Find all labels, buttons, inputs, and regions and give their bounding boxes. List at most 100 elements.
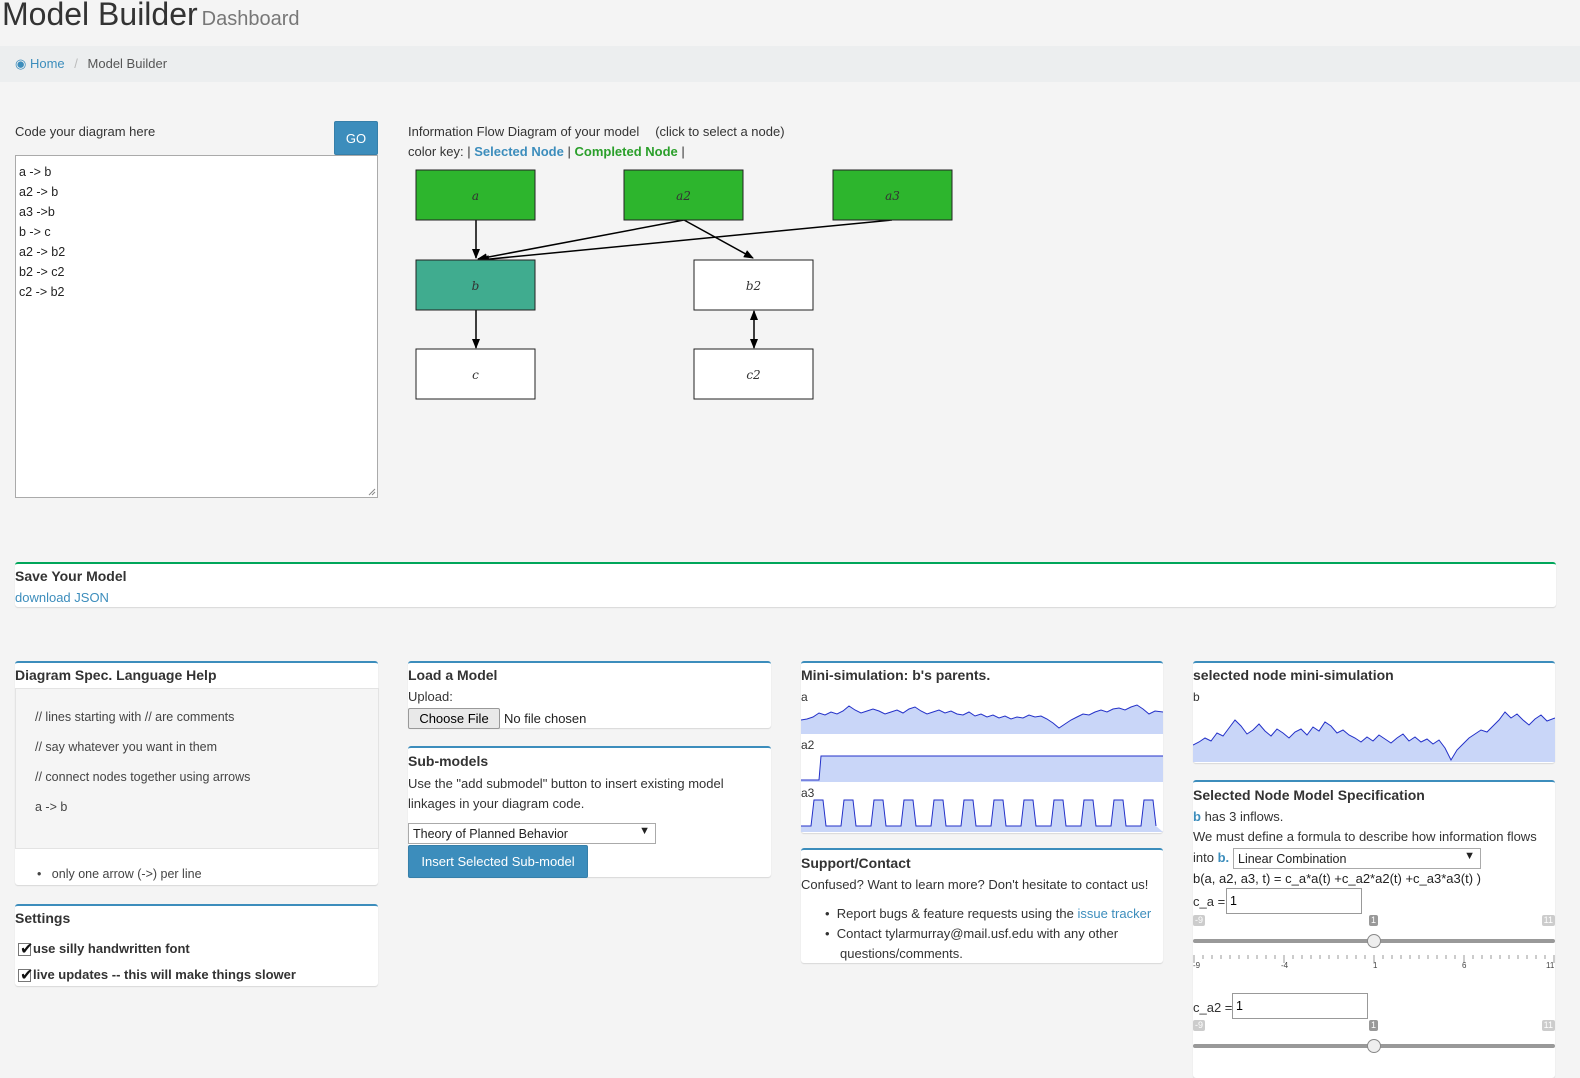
dropdown-arrow-icon: ▼ xyxy=(1464,850,1475,862)
diagram-node-label: a xyxy=(472,189,479,203)
breadcrumb-separator: / xyxy=(74,56,78,71)
help-line: // lines starting with // are comments xyxy=(35,710,235,724)
submodels-box: Sub-models Use the "add submodel" button… xyxy=(408,746,771,878)
diagram-node-label: c2 xyxy=(746,368,760,382)
edge-a3-b xyxy=(479,219,893,264)
go-button[interactable]: GO xyxy=(334,121,378,155)
submodels-title: Sub-models xyxy=(408,753,489,769)
support-intro: Confused? Want to learn more? Don't hesi… xyxy=(801,877,1149,892)
download-json-link[interactable]: download JSON xyxy=(15,590,109,605)
resize-handle-icon[interactable] xyxy=(368,488,376,496)
diagram-node-label: b2 xyxy=(746,279,761,293)
diagram-node-label: a3 xyxy=(885,189,900,203)
formula-type-select[interactable]: Linear Combination ▼ xyxy=(1233,848,1481,869)
color-key: color key: | Selected Node | Completed N… xyxy=(408,144,685,159)
handwritten-font-checkbox[interactable]: ✔ xyxy=(18,941,33,958)
diagram-node-label: c xyxy=(472,368,479,382)
diagram-edges xyxy=(472,219,893,349)
support-bullet: • Contact tylarmurray@mail.usf.edu with … xyxy=(825,926,1119,941)
param-c-a2-label: c_a2 = xyxy=(1193,1000,1233,1015)
node-spec-title: Selected Node Model Specification xyxy=(1193,787,1425,803)
inflow-node-name: b xyxy=(1193,809,1201,824)
spec-into-node: b. xyxy=(1217,850,1230,865)
param-c-a-input[interactable] xyxy=(1226,888,1362,914)
diagram-node-a2[interactable]: a2 xyxy=(623,169,744,221)
diagram-node-label: a2 xyxy=(676,189,691,203)
support-bullet: • Report bugs & feature requests using t… xyxy=(825,906,1152,921)
handwritten-font-label: use silly handwritten font xyxy=(33,941,190,956)
slider-tick-label: 6 xyxy=(1462,961,1467,970)
diagram-hint: (click to select a node) xyxy=(655,124,785,139)
help-bullet-text: only one arrow (->) per line xyxy=(51,867,202,881)
page-title: Model Builder Dashboard xyxy=(2,0,300,33)
diagram-node-c[interactable]: c xyxy=(415,348,536,400)
inflow-count-text: has 3 inflows. xyxy=(1204,809,1284,824)
code-line: a -> b xyxy=(19,165,52,179)
spec-description: We must define a formula to describe how… xyxy=(1193,829,1537,844)
breadcrumb: ◉ Home / Model Builder xyxy=(0,46,1580,82)
information-flow-diagram: a a2 a3 b b2 c c2 xyxy=(415,169,953,400)
sim-plot-a3 xyxy=(801,799,1163,832)
parents-minisim-title: Mini-simulation: b's parents. xyxy=(801,667,991,683)
slider-handle[interactable] xyxy=(1367,1039,1381,1053)
param-c-a-label: c_a = xyxy=(1193,894,1226,909)
diagram-node-label: b xyxy=(472,279,480,293)
param-c-a2-input[interactable] xyxy=(1232,993,1368,1019)
diagram-nodes: a a2 a3 b b2 c c2 xyxy=(415,169,953,400)
live-updates-checkbox[interactable]: ✔ xyxy=(18,967,33,984)
issue-tracker-link[interactable]: issue tracker xyxy=(1077,906,1151,921)
support-box: Support/Contact Confused? Want to learn … xyxy=(801,848,1163,963)
slider-handle[interactable] xyxy=(1367,934,1381,948)
code-line: a2 -> b xyxy=(19,185,59,199)
color-key-selected: Selected Node xyxy=(474,144,564,159)
insert-submodel-button[interactable]: Insert Selected Sub-model xyxy=(408,845,588,878)
color-key-separator: | xyxy=(567,144,571,159)
breadcrumb-home-link[interactable]: Home xyxy=(30,56,65,71)
submodel-select[interactable]: Theory of Planned Behavior ▼ xyxy=(408,823,656,844)
load-model-box: Load a Model Upload: Choose File No file… xyxy=(408,661,771,729)
dropdown-arrow-icon: ▼ xyxy=(639,825,650,837)
diagram-code-textarea[interactable]: a -> b a2 -> b a3 ->b b -> c a2 -> b2 b2… xyxy=(15,155,378,498)
diagram-title: Information Flow Diagram of your model (c… xyxy=(408,124,785,139)
color-key-separator: | xyxy=(681,144,685,159)
formula-text: b(a, a2, a3, t) = c_a*a(t) +c_a2*a2(t) +… xyxy=(1193,871,1481,886)
diagram-node-a3[interactable]: a3 xyxy=(832,169,953,221)
help-bullet: • only one arrow (->) per line xyxy=(37,867,202,881)
choose-file-button[interactable]: Choose File xyxy=(408,708,500,729)
diagram-node-c2[interactable]: c2 xyxy=(693,348,814,400)
diagram-node-b[interactable]: b xyxy=(415,259,536,311)
help-well: // lines starting with // are comments /… xyxy=(15,688,379,849)
sim-plot-a2 xyxy=(801,755,1163,782)
breadcrumb-current: Model Builder xyxy=(87,56,168,71)
help-line: // connect nodes together using arrows xyxy=(35,770,251,784)
slider-ticks xyxy=(1193,951,1555,963)
selected-minisim-title: selected node mini-simulation xyxy=(1193,667,1394,683)
page-title-text: Model Builder xyxy=(2,0,198,32)
code-line: a3 ->b xyxy=(19,205,55,219)
slider-tick-label: 1 xyxy=(1373,961,1378,970)
slider-value-label: 1 xyxy=(1369,915,1379,926)
load-model-title: Load a Model xyxy=(408,667,498,683)
slider-max-label: 11 xyxy=(1541,1020,1555,1031)
code-line: c2 -> b2 xyxy=(19,285,65,299)
editor-label: Code your diagram here xyxy=(15,124,156,139)
page-subtitle: Dashboard xyxy=(201,8,300,30)
color-key-completed: Completed Node xyxy=(574,144,678,159)
param-c-a2-slider[interactable]: -9 11 1 xyxy=(1193,1020,1555,1060)
language-help-title: Diagram Spec. Language Help xyxy=(15,667,217,683)
submodel-selected-value: Theory of Planned Behavior xyxy=(413,827,568,841)
param-c-a-slider[interactable]: -9 11 1 -9 -4 1 6 11 xyxy=(1193,915,1555,975)
spec-into-text: into xyxy=(1193,850,1214,865)
color-key-prefix: color key: | xyxy=(408,144,471,159)
support-bullet-text: questions/comments. xyxy=(840,946,963,961)
diagram-node-b2[interactable]: b2 xyxy=(693,259,814,311)
settings-title: Settings xyxy=(15,910,71,926)
formula-type-value: Linear Combination xyxy=(1238,852,1347,866)
help-line: a -> b xyxy=(35,800,68,814)
slider-min-label: -9 xyxy=(1193,915,1206,926)
submodels-description: linkages in your diagram code. xyxy=(408,796,585,811)
submodels-description: Use the "add submodel" button to insert … xyxy=(408,776,724,791)
settings-box: Settings ✔ use silly handwritten font ✔ … xyxy=(15,904,378,986)
dashboard-icon: ◉ xyxy=(15,56,27,71)
diagram-node-a[interactable]: a xyxy=(415,169,536,221)
